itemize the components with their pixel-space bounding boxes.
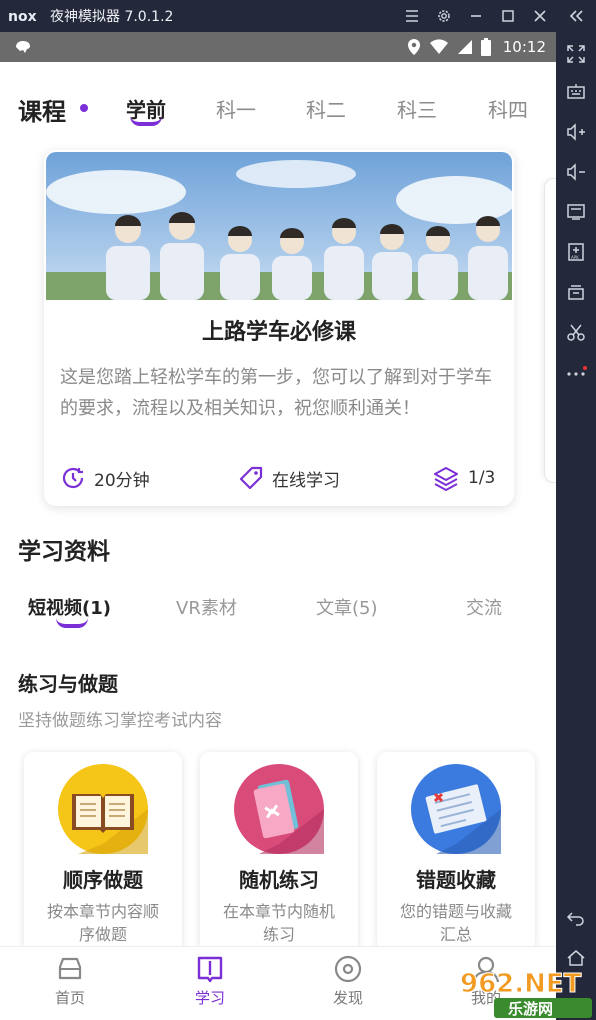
mode-text: 在线学习	[272, 470, 340, 491]
tab-ke4[interactable]: 科四	[488, 94, 528, 123]
close-icon[interactable]	[524, 0, 556, 32]
random-practice-title: 随机练习	[239, 868, 319, 892]
svg-text:APK: APK	[571, 255, 579, 260]
progress-meta: 1/3	[432, 464, 495, 492]
settings-gear-icon[interactable]	[428, 0, 460, 32]
window-title: 夜神模拟器 7.0.1.2	[50, 9, 174, 25]
android-statusbar: 10:12	[0, 32, 556, 62]
nav-discover-label: 发现	[332, 989, 363, 1007]
next-card-peek[interactable]	[544, 178, 556, 483]
keyboard-icon[interactable]	[562, 78, 590, 106]
book-icon	[197, 956, 223, 983]
progress-text: 1/3	[468, 468, 496, 488]
course-dot	[80, 104, 88, 112]
sequential-practice-desc: 按本章节内容顺序做题	[46, 902, 159, 944]
svg-text:962.NET: 962.NET	[460, 969, 582, 999]
wifi-icon	[429, 39, 448, 54]
duration-meta: 20分钟	[60, 464, 150, 492]
back-icon[interactable]	[562, 904, 590, 932]
maximize-icon[interactable]	[492, 0, 524, 32]
wrong-answers-desc: 您的错题与收藏汇总	[399, 902, 512, 944]
volume-down-icon[interactable]	[562, 158, 590, 186]
layers-icon	[434, 467, 458, 491]
random-practice-desc: 在本章节内随机练习	[222, 902, 335, 944]
watermark-logo: 962.NET 乐游网	[460, 969, 592, 1018]
signal-icon	[457, 40, 472, 54]
tab-active-indicator	[130, 116, 162, 126]
subtab-discussion[interactable]: 交流	[466, 594, 502, 620]
wrong-answers-title: 错题收藏	[416, 868, 496, 892]
fullscreen-icon[interactable]	[562, 40, 590, 68]
clock-icon	[62, 467, 84, 489]
nav-home[interactable]: 首页	[30, 955, 110, 1008]
random-practice-card[interactable]: 随机练习 在本章节内随机练习	[200, 752, 358, 952]
tab-ke3[interactable]: 科三	[397, 94, 437, 123]
collapse-sidebar-icon[interactable]	[556, 0, 596, 32]
course-header: 课程 学前 科一 科二 科三 科四	[0, 82, 556, 142]
svg-text:nox: nox	[8, 9, 37, 24]
nav-study[interactable]: 学习	[170, 955, 250, 1008]
subtab-articles[interactable]: 文章(5)	[316, 594, 378, 620]
sequential-practice-title: 顺序做题	[63, 868, 143, 892]
emulator-titlebar: nox 夜神模拟器 7.0.1.2	[0, 0, 596, 32]
svg-text:乐游网: 乐游网	[508, 1000, 553, 1018]
tab-ke1[interactable]: 科一	[216, 94, 256, 123]
wrong-answers-card[interactable]: 错题收藏 您的错题与收藏汇总	[377, 752, 535, 952]
status-clock: 10:12	[502, 38, 546, 56]
practice-title: 练习与做题	[18, 672, 118, 696]
course-banner-image	[46, 152, 512, 300]
materials-title: 学习资料	[18, 539, 110, 565]
subtab-active-indicator	[56, 618, 88, 628]
location-icon	[407, 39, 420, 55]
wrong-answers-icon	[411, 764, 501, 854]
tag-icon	[239, 466, 263, 490]
practice-subtitle: 坚持做题练习掌控考试内容	[18, 711, 222, 731]
duration-text: 20分钟	[94, 470, 150, 491]
sequential-practice-card[interactable]: 顺序做题 按本章节内容顺序做题	[24, 752, 182, 952]
course-card-title: 上路学车必修课	[201, 320, 356, 345]
minimize-icon[interactable]	[460, 0, 492, 32]
menu-icon[interactable]	[396, 0, 428, 32]
volume-up-icon[interactable]	[562, 118, 590, 146]
discover-icon	[334, 955, 362, 983]
tab-ke2[interactable]: 科二	[306, 94, 346, 123]
subtab-vr[interactable]: VR素材	[176, 594, 237, 620]
nox-logo-icon: nox	[8, 9, 37, 24]
car-icon	[58, 957, 82, 980]
multi-instance-icon[interactable]	[562, 278, 590, 306]
course-card-description: 这是您踏上轻松学车的第一步，您可以了解到对于学车的要求，流程以及相关知识，祝您顺…	[60, 367, 492, 419]
open-book-icon	[58, 764, 148, 854]
more-options-icon[interactable]	[562, 358, 590, 386]
nav-study-label: 学习	[194, 989, 225, 1007]
shuffle-book-icon	[234, 764, 324, 854]
notification-icon	[16, 41, 30, 53]
install-apk-icon[interactable]: APK	[562, 238, 590, 266]
screenshot-icon[interactable]	[562, 198, 590, 226]
battery-icon	[480, 38, 491, 56]
mode-meta: 在线学习	[238, 464, 340, 492]
nav-discover[interactable]: 发现	[308, 955, 388, 1008]
course-card[interactable]: 上路学车必修课 这是您踏上轻松学车的第一步，您可以了解到对于学车的要求，流程以及…	[44, 150, 514, 506]
emulator-sidebar: APK	[556, 32, 596, 1020]
nav-home-label: 首页	[54, 989, 85, 1007]
subtab-short-video[interactable]: 短视频(1)	[28, 594, 111, 620]
app-screen: 课程 学前 科一 科二 科三 科四 上路学车必修课 这是您踏上轻松学车的第一步，…	[0, 62, 556, 1020]
course-title: 课程	[18, 98, 66, 126]
scissors-icon[interactable]	[562, 318, 590, 346]
